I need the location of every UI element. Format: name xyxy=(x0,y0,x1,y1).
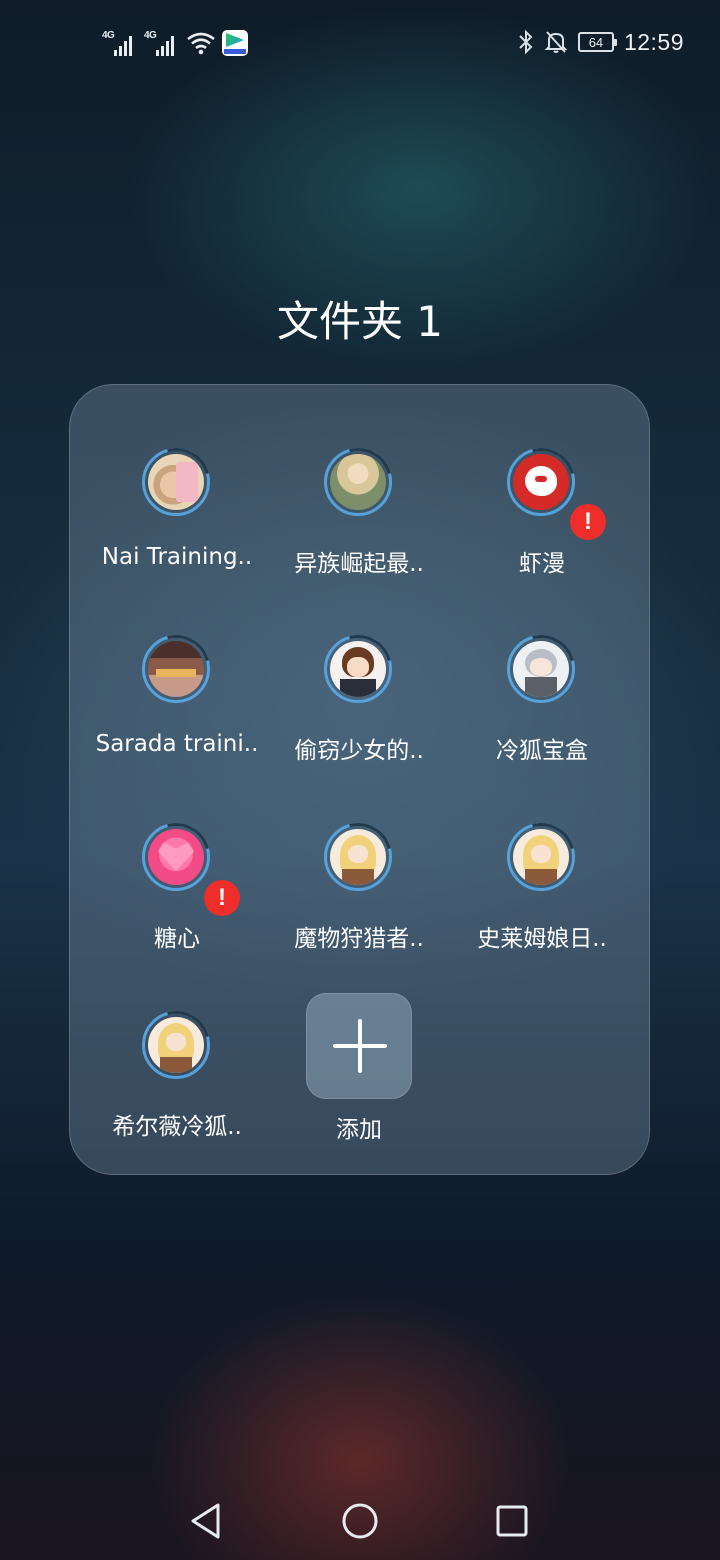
app-label: Nai Training.. xyxy=(101,544,253,570)
app-touqie-shaonv[interactable]: 偷窃少女的.. xyxy=(269,622,449,795)
network-type-label: 4G xyxy=(144,30,157,41)
app-label: 魔物狩猎者.. xyxy=(294,926,424,952)
app-label: 史莱姆娘日.. xyxy=(477,926,607,952)
video-app-icon xyxy=(222,30,248,56)
app-icon xyxy=(311,435,405,529)
app-tangxin[interactable]: ! 糖心 xyxy=(87,810,267,983)
app-icon xyxy=(494,622,588,716)
wifi-icon xyxy=(187,32,215,55)
battery-level: 64 xyxy=(588,34,604,50)
clock: 12:59 xyxy=(623,28,684,55)
bluetooth-icon xyxy=(519,29,533,55)
app-icon xyxy=(494,435,588,529)
notifications-off-icon xyxy=(544,31,568,53)
app-mowu-shouliezhe[interactable]: 魔物狩猎者.. xyxy=(269,810,449,983)
status-bar: 4G 4G 64 12:59 xyxy=(0,0,720,84)
app-label: 偷窃少女的.. xyxy=(294,738,424,764)
app-shilaimu-niang[interactable]: 史莱姆娘日.. xyxy=(452,810,632,983)
folder-title[interactable]: 文件夹 1 xyxy=(0,288,720,349)
navigation-bar xyxy=(0,1480,720,1560)
app-label: 冷狐宝盒 xyxy=(496,738,588,764)
app-icon xyxy=(129,435,223,529)
app-nai-training[interactable]: Nai Training.. xyxy=(87,435,267,608)
recents-icon[interactable] xyxy=(494,1503,530,1539)
app-label: 糖心 xyxy=(154,926,200,952)
app-icon xyxy=(311,810,405,904)
notification-badge: ! xyxy=(570,504,606,540)
app-icon xyxy=(129,810,223,904)
app-xiaman[interactable]: ! 虾漫 xyxy=(452,435,632,608)
app-label: Sarada traini.. xyxy=(95,731,259,757)
back-icon[interactable] xyxy=(188,1502,224,1540)
signal-icon: 4G xyxy=(144,30,180,56)
signal-icon: 4G xyxy=(102,30,138,56)
app-icon xyxy=(311,622,405,716)
notification-badge: ! xyxy=(204,880,240,916)
battery-icon: 64 xyxy=(577,32,617,52)
add-app-label: 添加 xyxy=(336,1117,382,1143)
home-icon[interactable] xyxy=(341,1502,379,1540)
app-sarada-training[interactable]: Sarada traini.. xyxy=(87,622,267,795)
add-app-button[interactable] xyxy=(306,993,412,1099)
app-xierwei-lenghu[interactable]: 希尔薇冷狐.. xyxy=(87,998,267,1171)
app-lenghu-baohe[interactable]: 冷狐宝盒 xyxy=(452,622,632,795)
app-label: 异族崛起最.. xyxy=(294,551,424,577)
app-yizu-jueqi[interactable]: 异族崛起最.. xyxy=(269,435,449,608)
app-icon xyxy=(129,622,223,716)
app-label: 希尔薇冷狐.. xyxy=(112,1114,242,1140)
network-type-label: 4G xyxy=(102,30,115,41)
app-icon xyxy=(494,810,588,904)
app-icon xyxy=(129,998,223,1092)
app-label: 虾漫 xyxy=(519,551,565,577)
